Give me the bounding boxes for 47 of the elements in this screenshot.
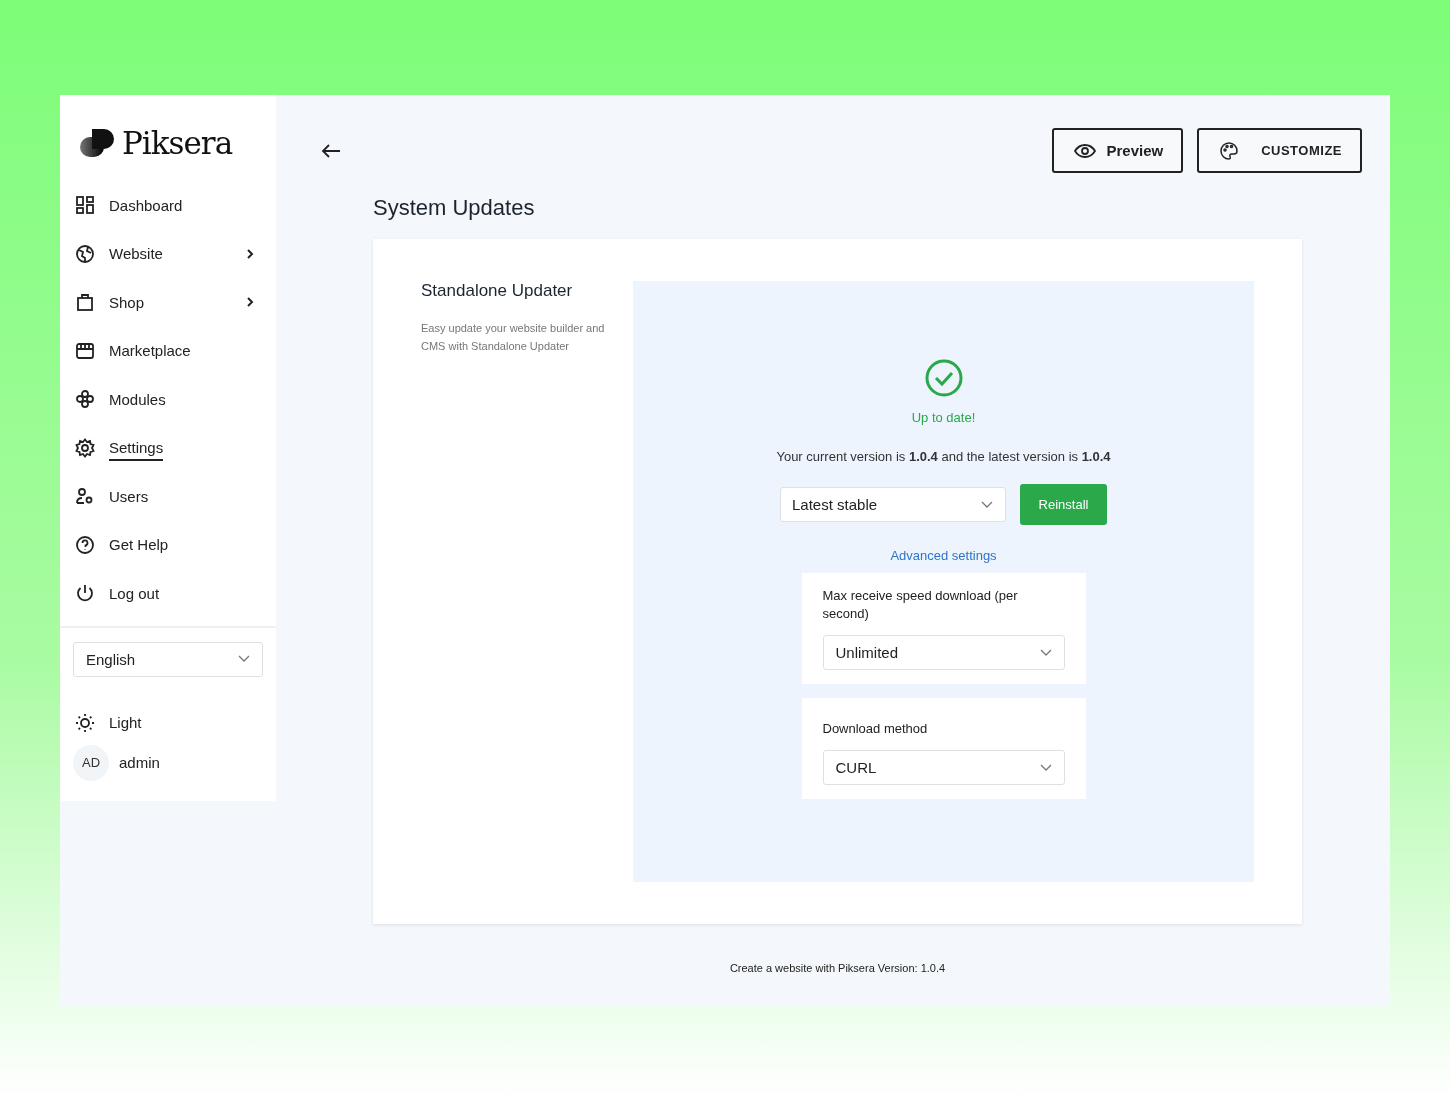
nav-item[interactable]: Shop bbox=[60, 278, 276, 327]
channel-select[interactable]: Latest stable bbox=[780, 487, 1006, 522]
section-description: Easy update your website builder and CMS with Standalone Updater bbox=[421, 321, 606, 354]
sun-icon bbox=[75, 712, 95, 733]
store-icon bbox=[75, 340, 95, 361]
user-avatar: AD bbox=[73, 744, 109, 781]
language-select[interactable]: English bbox=[73, 641, 263, 677]
chevron-down-icon bbox=[981, 500, 993, 509]
page-title: System Updates bbox=[373, 195, 536, 221]
flower-icon bbox=[75, 389, 95, 410]
setting-label: Max receive speed download (per second) bbox=[822, 587, 1019, 623]
theme-toggle[interactable]: Light bbox=[60, 676, 276, 733]
grid-icon bbox=[75, 195, 95, 216]
eye-icon bbox=[1074, 143, 1097, 158]
check-circle-icon bbox=[924, 359, 963, 397]
nav-item[interactable]: Log out bbox=[60, 569, 276, 618]
chevron-down-icon bbox=[1039, 763, 1052, 772]
customize-button[interactable]: CUSTOMIZE bbox=[1197, 128, 1362, 173]
brand-name: Piksera bbox=[122, 125, 233, 161]
advanced-settings-link[interactable]: Advanced settings bbox=[890, 548, 997, 563]
nav-item[interactable]: Users bbox=[60, 472, 276, 521]
section-title: Standalone Updater bbox=[421, 281, 574, 301]
user-name: admin bbox=[119, 754, 160, 771]
chevron-down-icon bbox=[238, 655, 250, 663]
chevron-down-icon bbox=[1039, 648, 1052, 657]
palette-icon bbox=[1219, 140, 1240, 161]
nav-item[interactable]: Dashboard bbox=[60, 181, 276, 230]
help-icon bbox=[75, 534, 95, 555]
preview-button[interactable]: Preview bbox=[1052, 128, 1184, 173]
bag-icon bbox=[75, 292, 95, 313]
logo-mark-icon bbox=[78, 127, 116, 159]
gear-icon bbox=[75, 437, 95, 458]
user-gear-icon bbox=[75, 486, 95, 507]
nav-item[interactable]: Website bbox=[60, 229, 276, 278]
back-arrow-icon[interactable] bbox=[321, 142, 341, 159]
nav-item[interactable]: Modules bbox=[60, 375, 276, 424]
status-message: Up to date! bbox=[911, 410, 976, 425]
nav-item[interactable]: Settings bbox=[60, 423, 276, 472]
setting-select[interactable]: CURL bbox=[822, 750, 1065, 785]
setting-label: Download method bbox=[822, 720, 929, 738]
globe-icon bbox=[75, 243, 95, 264]
nav-item[interactable]: Get Help bbox=[60, 520, 276, 569]
footer-text: Create a website with Piksera Version: 1.0.4 bbox=[728, 962, 947, 974]
power-icon bbox=[75, 583, 95, 604]
version-text: Your current version is 1.0.4 and the latest version is 1.0.4 bbox=[776, 449, 1111, 464]
setting-select[interactable]: Unlimited bbox=[822, 635, 1065, 670]
nav-item[interactable]: Marketplace bbox=[60, 326, 276, 375]
